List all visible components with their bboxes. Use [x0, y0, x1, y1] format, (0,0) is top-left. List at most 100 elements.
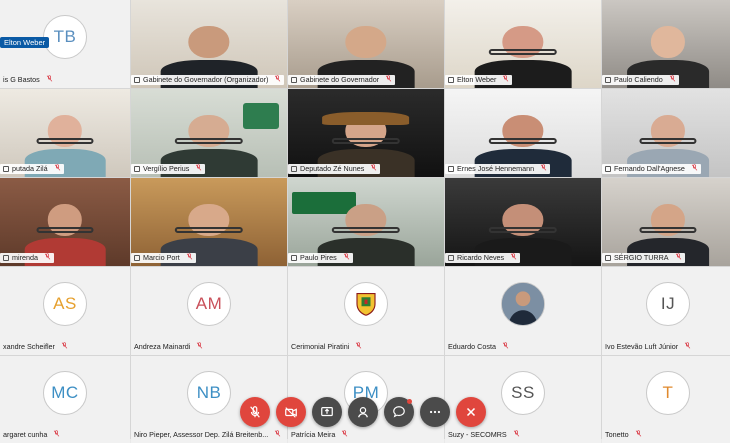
initials-avatar: IJ [646, 281, 690, 326]
participant-name: Vergílio Perius [143, 164, 190, 173]
participant-name: Andreza Mainardi [134, 342, 191, 351]
mic-muted-icon [502, 75, 509, 85]
participant-tile[interactable]: Paulo Pires [288, 178, 444, 266]
participant-name: Gabinete do Governador [300, 75, 380, 84]
initials-avatar: T [646, 370, 690, 415]
device-icon [134, 166, 140, 172]
device-icon [448, 166, 454, 172]
initials-avatar: AS [43, 281, 87, 326]
device-icon [291, 255, 297, 261]
participant-tile[interactable]: Paulo Caliendo [602, 0, 730, 88]
chat-icon [392, 405, 406, 419]
participant-nametag: Gabinete do Governador [288, 75, 396, 85]
crest-avatar [344, 281, 388, 326]
participant-grid: TB is G Bastos Gabinete do Governador (Org… [0, 0, 730, 443]
participant-tile[interactable]: Ricardo Neves [445, 178, 601, 266]
participant-nametag: Ivo Estevão Luft Júnior [602, 342, 694, 352]
mic-muted-icon [370, 164, 377, 174]
participant-name: Marcio Port [143, 253, 180, 262]
mic-muted-icon [61, 342, 68, 352]
active-speaker-badge: Elton Weber [0, 37, 50, 48]
mic-muted-icon [343, 253, 350, 263]
participant-tile[interactable]: Ernes José Hennemann [445, 89, 601, 177]
initials-avatar: NB [187, 370, 231, 415]
video-button[interactable] [276, 397, 306, 427]
participant-tile[interactable]: SÉRGIO TURRA [602, 178, 730, 266]
participant-tile[interactable]: putada Zilá [0, 89, 130, 177]
participant-name: Cerimonial Piratini [291, 342, 350, 351]
mic-muted-icon [195, 164, 202, 174]
participant-name: Fernando Dall'Agnese [614, 164, 685, 173]
mic-muted-icon [44, 253, 51, 263]
mic-muted-icon [196, 342, 203, 352]
device-icon [605, 255, 611, 261]
device-icon [3, 255, 9, 261]
mic-muted-icon [502, 342, 509, 352]
more-icon [428, 405, 442, 419]
leave-icon [464, 405, 478, 419]
participant-name: Eduardo Costa [448, 342, 496, 351]
share-button[interactable] [312, 397, 342, 427]
more-button[interactable] [420, 397, 450, 427]
participant-name: Gabinete do Governador (Organizador) [143, 75, 269, 84]
participant-tile[interactable]: Vergílio Perius [131, 89, 287, 177]
participant-name: Deputado Zé Nunes [300, 164, 365, 173]
mic-muted-icon [385, 75, 392, 85]
participant-tile[interactable]: Deputado Zé Nunes [288, 89, 444, 177]
mic-muted-icon [355, 342, 362, 352]
participant-nametag: Andreza Mainardi [131, 342, 206, 352]
participant-tile[interactable]: AM Andreza Mainardi [131, 267, 287, 355]
participant-tile[interactable]: Fernando Dall'Agnese [602, 89, 730, 177]
participant-nametag: Marcio Port [131, 253, 196, 263]
participant-nametag: mirenda [0, 253, 54, 263]
participant-name: putada Zilá [12, 164, 48, 173]
participant-name: Ricardo Neves [457, 253, 505, 262]
device-icon [605, 77, 611, 83]
participant-tile[interactable]: AS xandre Scheifler [0, 267, 130, 355]
participant-nametag: Ricardo Neves [445, 253, 521, 263]
mic-muted-icon [46, 75, 53, 85]
mic-muted-icon [186, 253, 193, 263]
mic-muted-icon [669, 75, 676, 85]
participants-icon [356, 405, 370, 419]
mic-muted-icon [510, 253, 517, 263]
participant-name: Ivo Estevão Luft Júnior [605, 342, 679, 351]
chat-button[interactable] [384, 397, 414, 427]
participant-tile[interactable]: Gabinete do Governador (Organizador) [131, 0, 287, 88]
participant-tile[interactable]: mirenda [0, 178, 130, 266]
device-icon [605, 166, 611, 172]
participant-tile[interactable]: Gabinete do Governador [288, 0, 444, 88]
initials-avatar: SS [501, 370, 545, 415]
participant-tile[interactable]: Elton Weber [445, 0, 601, 88]
participant-nametag: Paulo Caliendo [602, 75, 679, 85]
participant-name: is G Bastos [3, 75, 40, 84]
mute-button[interactable] [240, 397, 270, 427]
participant-nametag: Paulo Pires [288, 253, 353, 263]
participant-tile[interactable]: T Tonetto [602, 356, 730, 443]
device-icon [448, 255, 454, 261]
participant-name: Ernes José Hennemann [457, 164, 535, 173]
photo-avatar [501, 281, 545, 326]
mic-muted-icon [691, 164, 698, 174]
participant-nametag: Fernando Dall'Agnese [602, 164, 701, 174]
participant-nametag: Eduardo Costa [445, 342, 512, 352]
participant-tile[interactable]: Marcio Port [131, 178, 287, 266]
device-icon [291, 77, 297, 83]
participant-tile[interactable]: Cerimonial Piratini [288, 267, 444, 355]
mic-off-icon [248, 405, 262, 419]
initials-avatar: AM [187, 281, 231, 326]
leave-button[interactable] [456, 397, 486, 427]
device-icon [291, 166, 297, 172]
participants-button[interactable] [348, 397, 378, 427]
participant-nametag: SÉRGIO TURRA [602, 253, 685, 263]
participant-name: SÉRGIO TURRA [614, 253, 669, 262]
participant-nametag: is G Bastos [0, 75, 56, 85]
mic-muted-icon [540, 164, 547, 174]
mic-muted-icon [675, 253, 682, 263]
participant-name: mirenda [12, 253, 38, 262]
meeting-toolbar [240, 397, 486, 427]
participant-tile[interactable]: MC argaret cunha [0, 356, 130, 443]
participant-tile[interactable]: IJ Ivo Estevão Luft Júnior [602, 267, 730, 355]
participant-tile[interactable]: Eduardo Costa [445, 267, 601, 355]
participant-nametag: Elton Weber [445, 75, 513, 85]
